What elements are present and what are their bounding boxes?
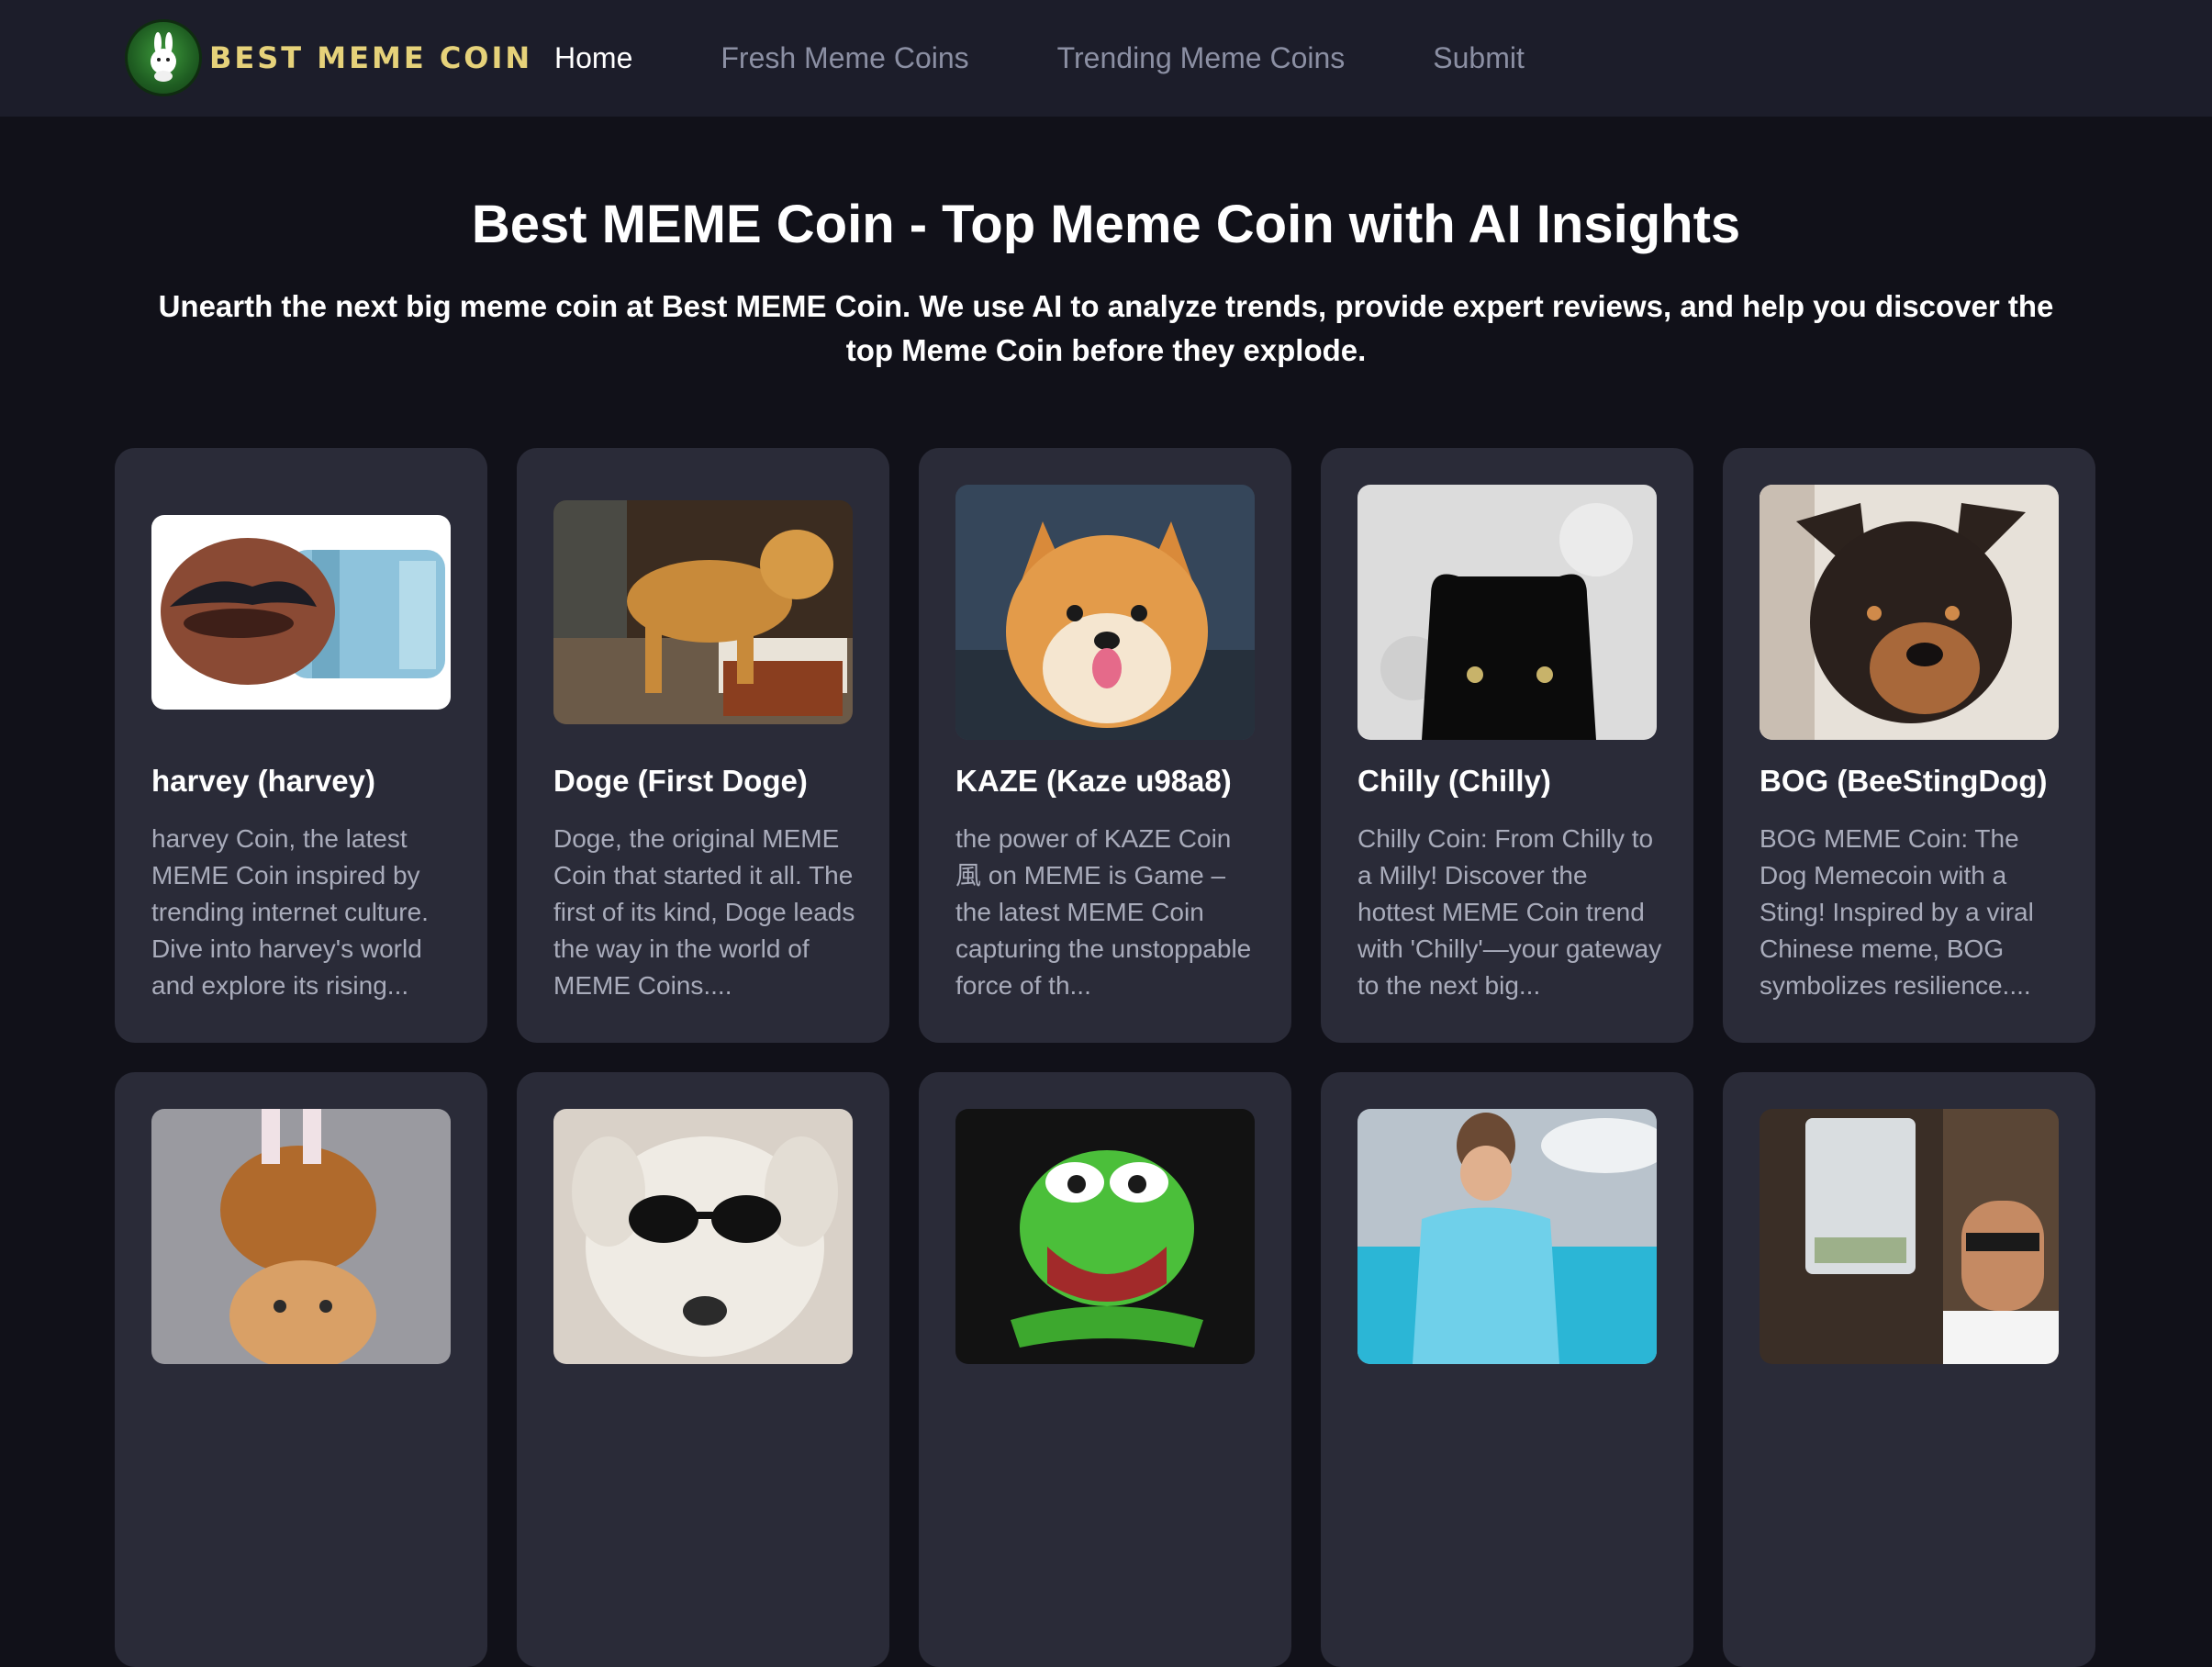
page-title: Best MEME Coin - Top Meme Coin with AI I… (471, 195, 1741, 254)
coin-grid: harvey (harvey) harvey Coin, the latest … (115, 448, 2097, 1667)
coin-title[interactable]: BOG (BeeStingDog) (1760, 764, 2072, 799)
page-subtitle: Unearth the next big meme coin at Best M… (158, 289, 2054, 367)
coin-title[interactable]: Chilly (Chilly) (1357, 764, 1670, 799)
black-cat-image (1357, 485, 1657, 740)
coin-description: Chilly Coin: From Chilly to a Milly! Dis… (1357, 824, 1662, 1000)
coin-card[interactable]: Doge (First Doge) Doge, the original MEM… (517, 448, 889, 1043)
green-pepe-image (955, 1109, 1255, 1364)
rabbit-logo-icon (125, 19, 202, 96)
coin-card[interactable] (115, 1072, 487, 1667)
cat-turkey-hat-image (151, 1109, 451, 1364)
nav-fresh-meme-coins[interactable]: Fresh Meme Coins (721, 41, 968, 75)
brand-name: Best Meme Coin (209, 40, 533, 75)
boy-blue-car-image (1357, 1109, 1657, 1364)
coin-description (553, 1445, 862, 1628)
nav-home[interactable]: Home (554, 41, 632, 75)
golden-retriever-image (553, 500, 853, 724)
coin-card[interactable] (1723, 1072, 2095, 1667)
top-navbar: Best Meme Coin Home Fresh Meme Coins Tre… (0, 0, 2212, 117)
coin-card[interactable] (919, 1072, 1291, 1667)
coin-description: BOG MEME Coin: The Dog Memecoin with a S… (1760, 824, 2034, 1000)
coin-description (151, 1445, 460, 1628)
main-nav: Home Fresh Meme Coins Trending Meme Coin… (554, 0, 1613, 117)
dog-sunglasses-image (553, 1109, 853, 1364)
coin-description (955, 1445, 1264, 1628)
coin-description: harvey Coin, the latest MEME Coin inspir… (151, 824, 429, 1000)
nav-trending-meme-coins[interactable]: Trending Meme Coins (1057, 41, 1346, 75)
coin-card[interactable]: harvey (harvey) harvey Coin, the latest … (115, 448, 487, 1043)
man-calculator-image (1760, 1109, 2059, 1364)
coin-title[interactable]: KAZE (Kaze u98a8) (955, 764, 1268, 799)
puppy-image (1760, 485, 2059, 740)
coin-card[interactable] (1321, 1072, 1693, 1667)
coin-card[interactable] (517, 1072, 889, 1667)
coin-description (1760, 1445, 2068, 1628)
coin-title[interactable]: Doge (First Doge) (553, 764, 866, 799)
coin-title[interactable]: harvey (harvey) (151, 764, 464, 799)
coin-card[interactable]: BOG (BeeStingDog) BOG MEME Coin: The Dog… (1723, 448, 2095, 1043)
coin-card[interactable]: Chilly (Chilly) Chilly Coin: From Chilly… (1321, 448, 1693, 1043)
coin-description: the power of KAZE Coin 風 on MEME is Game… (955, 824, 1252, 1000)
brand-link[interactable]: Best Meme Coin (125, 18, 532, 97)
nav-submit[interactable]: Submit (1433, 41, 1525, 75)
mustache-lips-image (151, 515, 451, 710)
coin-description (1357, 1445, 1666, 1628)
coin-description: Doge, the original MEME Coin that starte… (553, 824, 855, 1000)
shiba-dog-image (955, 485, 1255, 740)
coin-card[interactable]: KAZE (Kaze u98a8) the power of KAZE Coin… (919, 448, 1291, 1043)
